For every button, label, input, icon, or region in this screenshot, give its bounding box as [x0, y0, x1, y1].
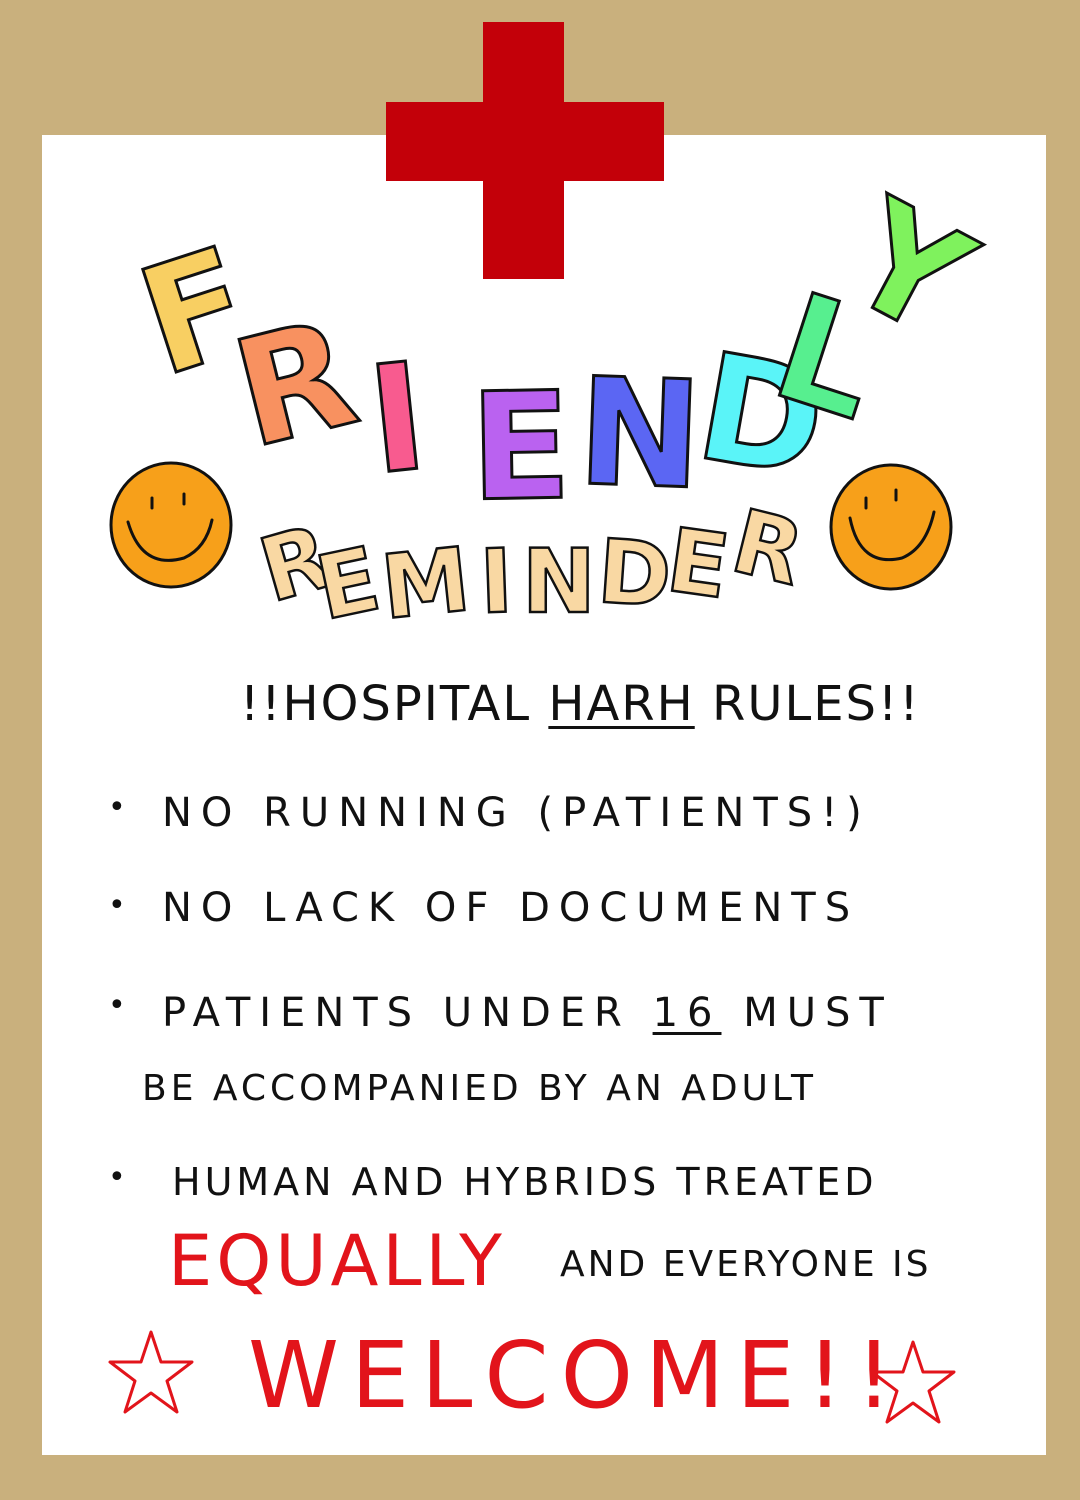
bullet-4: • — [108, 1160, 126, 1195]
subtitle-letter-m: M — [376, 526, 476, 640]
medical-cross-icon-horizontal — [386, 102, 664, 181]
rule-4-line-1: HUMAN AND HYBRIDS TREATED — [172, 1160, 878, 1204]
rule-3-line-1: PATIENTS UNDER 16 MUST — [162, 990, 893, 1036]
title-letter-e: E — [467, 359, 574, 536]
rules-heading-suffix: RULES!! — [694, 676, 921, 732]
rule-1-text: NO RUNNING (PATIENTS!) — [162, 790, 871, 836]
star-icon-right — [870, 1340, 956, 1424]
title-letter-n: N — [574, 344, 707, 523]
subtitle-letter-i: I — [477, 528, 516, 635]
rule-2-text: NO LACK OF DOCUMENTS — [162, 885, 860, 931]
welcome-text: WELCOME!! — [248, 1322, 905, 1429]
subtitle-letter-e2: E — [660, 507, 736, 620]
rule-3-prefix: PATIENTS UNDER — [162, 990, 653, 1036]
bullet-2: • — [108, 888, 126, 923]
rules-heading: !!HOSPITAL HARH RULES!! — [240, 676, 921, 732]
poster-frame: F R I E N D L Y R E M I N D E R !!HOSPIT… — [0, 0, 1080, 1500]
bullet-1: • — [108, 790, 126, 825]
bullet-3: • — [108, 988, 126, 1023]
rule-3-suffix: MUST — [721, 990, 893, 1036]
smiley-face-icon-right — [829, 463, 953, 591]
rule-3-line-2: BE ACCOMPANIED BY AN ADULT — [142, 1068, 817, 1109]
subtitle-letter-n: N — [521, 530, 597, 633]
rule-3-age: 16 — [652, 990, 722, 1036]
rule-4-line-2: AND EVERYONE IS — [560, 1244, 932, 1285]
star-icon-left — [108, 1330, 194, 1414]
rules-heading-emphasis: HARH — [548, 676, 695, 732]
smiley-face-icon-left — [109, 461, 233, 589]
rule-4-equally: EQUALLY — [168, 1220, 506, 1302]
rules-heading-prefix: !!HOSPITAL — [240, 676, 549, 732]
